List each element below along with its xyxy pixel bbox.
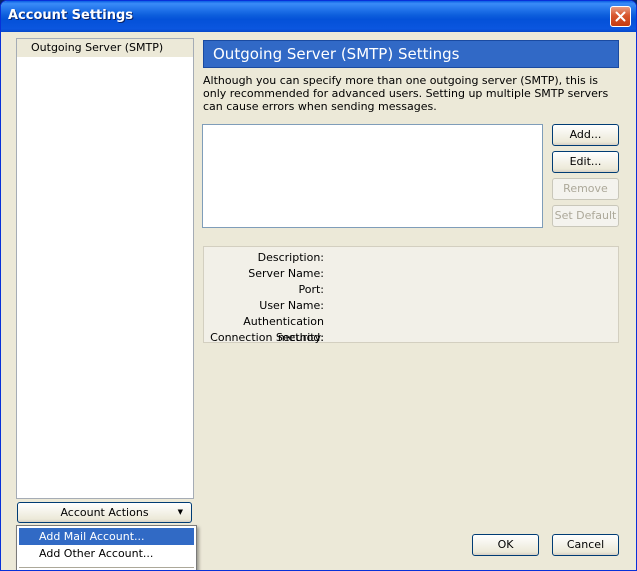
close-icon (615, 11, 626, 22)
auth-method-label: Authentication method: (243, 315, 324, 344)
account-tree[interactable]: Outgoing Server (SMTP) (16, 38, 194, 499)
triangle-down-icon: ▼ (177, 508, 183, 516)
server-name-label: Server Name: (248, 267, 324, 280)
user-name-label: User Name: (259, 299, 324, 312)
account-actions-label: Account Actions (60, 506, 149, 519)
title-bar[interactable]: Account Settings (1, 1, 636, 32)
tree-item-outgoing-server[interactable]: Outgoing Server (SMTP) (17, 39, 193, 57)
cancel-button[interactable]: Cancel (552, 534, 619, 556)
dialog-content: Outgoing Server (SMTP) Account Actions ▼… (4, 32, 633, 570)
close-button[interactable] (610, 6, 631, 27)
account-actions-menu: Add Mail Account... Add Other Account... (16, 525, 197, 570)
set-default-button[interactable]: Set Default (552, 205, 619, 227)
ok-button[interactable]: OK (472, 534, 539, 556)
account-settings-window: Account Settings Outgoing Server (SMTP) … (0, 0, 637, 571)
menu-separator (19, 567, 194, 568)
description-label: Description: (257, 251, 324, 264)
remove-button[interactable]: Remove (552, 178, 619, 200)
window-title: Account Settings (8, 8, 134, 23)
menu-item-add-other-account[interactable]: Add Other Account... (19, 545, 194, 562)
account-actions-button[interactable]: Account Actions ▼ (17, 502, 192, 523)
port-label: Port: (298, 283, 324, 296)
panel-description: Although you can specify more than one o… (203, 74, 609, 113)
panel-title: Outgoing Server (SMTP) Settings (203, 40, 619, 68)
smtp-server-list[interactable] (202, 124, 543, 228)
add-button[interactable]: Add... (552, 124, 619, 146)
edit-button[interactable]: Edit... (552, 151, 619, 173)
menu-item-add-mail-account[interactable]: Add Mail Account... (19, 528, 194, 545)
connection-security-label: Connection Security: (210, 331, 324, 344)
server-details-box: Description: Server Name: Port: User Nam… (203, 246, 619, 344)
